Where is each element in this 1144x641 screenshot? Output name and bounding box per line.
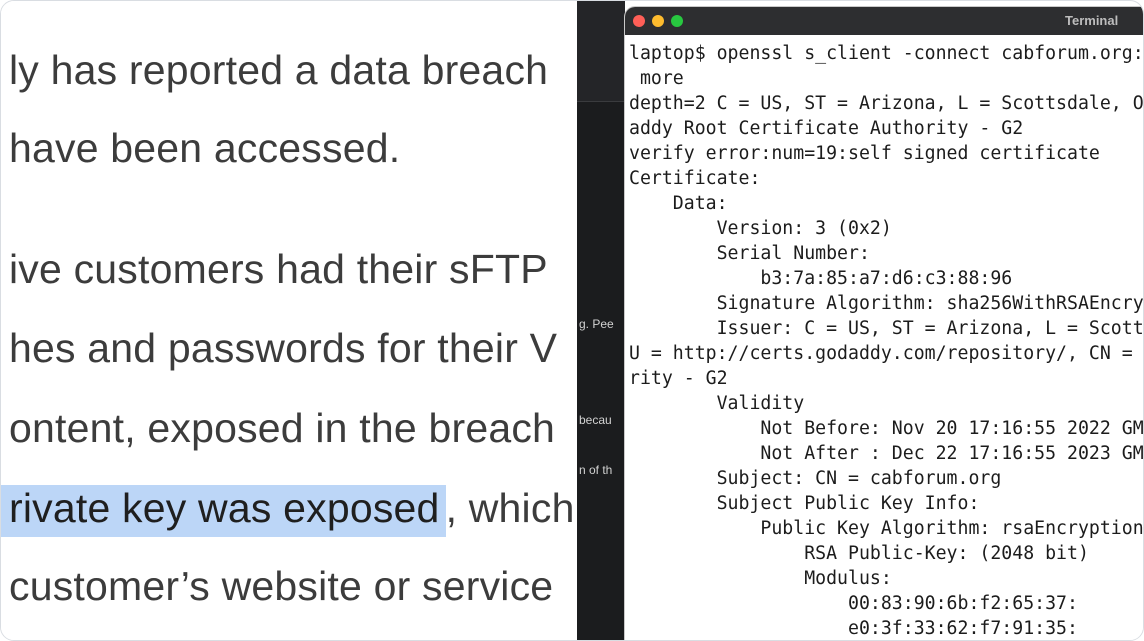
- article-line: customer’s website or service: [9, 563, 554, 609]
- background-window-strip: g. Pee becau n of th: [577, 1, 625, 640]
- terminal-line: Not After : Dec 22 17:16:55 2023 GMT: [629, 443, 1144, 464]
- article-line: hes and passwords for their V: [9, 325, 558, 371]
- zoom-window-button[interactable]: [671, 15, 683, 27]
- highlighted-text: rivate key was exposed: [1, 485, 446, 537]
- terminal-line: rity - G2: [629, 368, 728, 389]
- article-line-highlighted: rivate key was exposed, which: [1, 485, 575, 537]
- article-text-panel: ly has reported a data breach have been …: [1, 1, 577, 640]
- terminal-window[interactable]: Terminal laptop$ openssl s_client -conne…: [625, 7, 1144, 640]
- background-text-fragment: n of th: [579, 463, 613, 477]
- background-text-fragment: g. Pee: [579, 317, 614, 331]
- minimize-window-button[interactable]: [652, 15, 664, 27]
- terminal-line: Not Before: Nov 20 17:16:55 2022 GMT: [629, 418, 1144, 439]
- close-window-button[interactable]: [633, 15, 645, 27]
- terminal-title: Terminal: [1065, 13, 1119, 28]
- article-line: have been accessed.: [9, 125, 401, 171]
- screenshot-frame: ly has reported a data breach have been …: [0, 0, 1144, 641]
- terminal-line: Serial Number:: [629, 243, 870, 264]
- article-line: ly has reported a data breach: [9, 47, 549, 93]
- background-window-header: [577, 1, 625, 102]
- terminal-line: Certificate:: [629, 168, 761, 189]
- terminal-line: Signature Algorithm: sha256WithRSAEncryp…: [629, 293, 1144, 314]
- terminal-line: Public Key Algorithm: rsaEncryption: [629, 518, 1144, 539]
- terminal-line: RSA Public-Key: (2048 bit): [629, 543, 1089, 564]
- terminal-line: Modulus:: [629, 568, 892, 589]
- article-line: ive customers had their sFTP: [9, 246, 548, 292]
- article-line-tail: , which: [445, 485, 575, 531]
- article-line: ontent, exposed in the breach: [9, 405, 556, 451]
- terminal-line: 00:83:90:6b:f2:65:37:: [629, 593, 1078, 614]
- terminal-line: b3:7a:85:a7:d6:c3:88:96: [629, 268, 1013, 289]
- terminal-line: U = http://certs.godaddy.com/repository/…: [629, 343, 1133, 364]
- terminal-line: more: [629, 68, 684, 89]
- terminal-line: verify error:num=19:self signed certific…: [629, 143, 1100, 164]
- terminal-line: Issuer: C = US, ST = Arizona, L = Scotts…: [629, 318, 1144, 339]
- terminal-line: e0:3f:33:62:f7:91:35:: [629, 618, 1078, 639]
- terminal-line: Version: 3 (0x2): [629, 218, 892, 239]
- terminal-line: addy Root Certificate Authority - G2: [629, 118, 1024, 139]
- terminal-line: depth=2 C = US, ST = Arizona, L = Scotts…: [629, 93, 1144, 114]
- terminal-line: Validity: [629, 393, 805, 414]
- terminal-line: Data:: [629, 193, 728, 214]
- terminal-line: Subject Public Key Info:: [629, 493, 980, 514]
- terminal-line: laptop$ openssl s_client -connect cabfor…: [629, 43, 1144, 64]
- background-text-fragment: becau: [579, 413, 612, 427]
- terminal-line: Subject: CN = cabforum.org: [629, 468, 1002, 489]
- terminal-titlebar[interactable]: Terminal: [625, 7, 1143, 35]
